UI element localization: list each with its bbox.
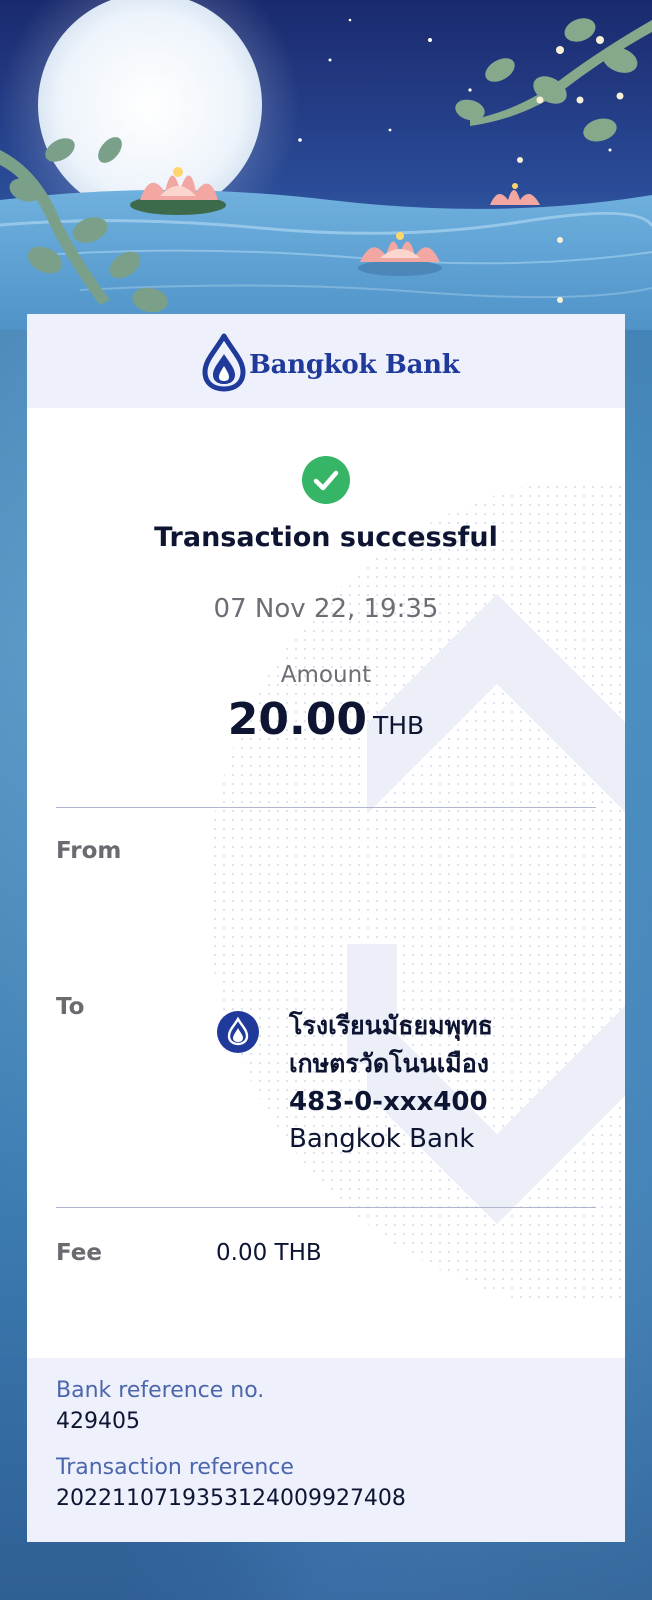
recipient-bank: Bangkok Bank: [289, 1124, 475, 1154]
transaction-reference-value: 2022110719353124009927408: [56, 1486, 406, 1511]
bank-reference-value: 429405: [56, 1409, 140, 1434]
transaction-datetime: 07 Nov 22, 19:35: [213, 594, 439, 624]
transaction-reference-label: Transaction reference: [56, 1455, 294, 1480]
recipient-name-line1: โรงเรียนมัธยมพุทธ: [289, 1011, 493, 1040]
recipient-name-line2: เกษตรวัดโนนเมือง: [289, 1049, 489, 1078]
receipt-card: Bangkok Bank Transaction successful 07 N…: [27, 314, 625, 1542]
from-label: From: [56, 838, 122, 864]
amount-currency: THB: [372, 711, 425, 740]
status-title: Transaction successful: [154, 522, 498, 553]
bangkok-bank-lotus-icon: [201, 332, 247, 396]
bangkok-bank-badge-icon: [217, 1011, 259, 1057]
divider: [56, 1207, 596, 1208]
recipient-account: 483-0-xxx400: [289, 1087, 488, 1117]
recipient-details: โรงเรียนมัธยมพุทธ เกษตรวัดโนนเมือง 483-0…: [289, 1007, 609, 1157]
bank-reference-label: Bank reference no.: [56, 1378, 265, 1403]
bank-logo-text: Bangkok Bank: [249, 350, 460, 380]
amount-display: 20.00 THB: [27, 694, 625, 745]
amount-label: Amount: [280, 662, 372, 688]
check-circle-icon: [302, 456, 350, 508]
reference-section: Bank reference no. 429405 Transaction re…: [27, 1358, 625, 1542]
to-label: To: [56, 994, 85, 1020]
fee-value: 0.00 THB: [216, 1240, 322, 1266]
hero-illustration: [0, 0, 652, 330]
amount-value: 20.00: [227, 694, 367, 745]
fee-label: Fee: [56, 1240, 102, 1266]
divider: [56, 807, 596, 808]
card-header: Bangkok Bank: [27, 314, 625, 408]
